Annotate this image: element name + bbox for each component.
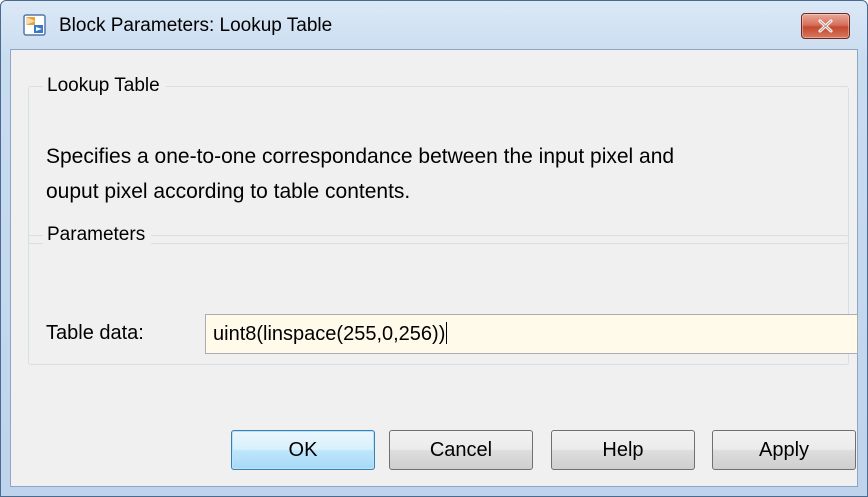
ok-button[interactable]: OK: [231, 430, 375, 470]
dialog-window: Block Parameters: Lookup Table Lookup Ta…: [0, 0, 868, 497]
parameters-group-title: Parameters: [43, 222, 152, 248]
block-description: Specifies a one-to-one correspondance be…: [46, 139, 841, 209]
description-line: ouput pixel according to table contents.: [46, 180, 411, 203]
table-data-field[interactable]: uint8(linspace(255,0,256)): [205, 314, 858, 354]
description-line: Specifies a one-to-one correspondance be…: [46, 145, 675, 168]
simulink-block-icon: [23, 13, 47, 37]
help-button[interactable]: Help: [551, 430, 695, 470]
table-data-value: uint8(linspace(255,0,256)): [213, 323, 446, 345]
text-caret: [446, 322, 448, 345]
apply-button[interactable]: Apply: [712, 430, 856, 470]
close-button[interactable]: [801, 13, 850, 39]
title-bar[interactable]: Block Parameters: Lookup Table: [1, 1, 867, 49]
close-icon: [802, 14, 849, 38]
description-group: Lookup Table Specifies a one-to-one corr…: [28, 73, 849, 244]
table-data-label: Table data:: [46, 322, 144, 344]
parameters-group: Parameters Table data: uint8(linspace(25…: [28, 222, 858, 365]
window-title: Block Parameters: Lookup Table: [59, 15, 333, 36]
dialog-content: Lookup Table Specifies a one-to-one corr…: [10, 49, 858, 487]
description-group-title: Lookup Table: [43, 73, 166, 99]
cancel-button[interactable]: Cancel: [389, 430, 533, 470]
